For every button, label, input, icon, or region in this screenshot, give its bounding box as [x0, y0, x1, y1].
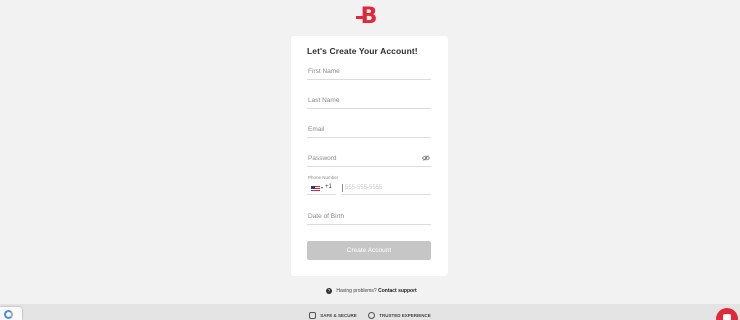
email-field[interactable]: Email [307, 124, 431, 138]
last-name-placeholder: Last Name [308, 97, 340, 104]
safe-secure-badge: SAFE & SECURE [309, 312, 357, 319]
phone-input[interactable]: 555-555-5555 [342, 182, 431, 195]
brand-logo[interactable]: B [356, 5, 382, 29]
password-placeholder: Password [308, 155, 337, 162]
first-name-field[interactable]: First Name [307, 66, 431, 80]
date-of-birth-placeholder: Date of Birth [308, 213, 345, 220]
shield-check-icon [368, 312, 375, 319]
contact-support-link[interactable]: Contact support [378, 288, 417, 294]
first-name-placeholder: First Name [308, 68, 340, 75]
signup-card: Let's Create Your Account! First Name La… [291, 36, 448, 276]
chat-icon [723, 314, 731, 320]
chevron-down-icon: ▾ [321, 185, 324, 190]
form-title: Let's Create Your Account! [307, 46, 418, 56]
safe-secure-label: SAFE & SECURE [320, 313, 357, 318]
date-of-birth-field[interactable]: Date of Birth [307, 211, 431, 225]
password-field[interactable]: Password [307, 153, 431, 167]
help-line: ? Having problems? Contact support [326, 288, 417, 296]
phone-label: Phone Number [308, 175, 339, 180]
lock-icon [309, 312, 316, 319]
help-text: Having problems? [336, 288, 377, 294]
create-account-button[interactable]: Create Account [307, 241, 431, 260]
recaptcha-icon [4, 310, 13, 319]
phone-placeholder: 555-555-5555 [345, 185, 383, 191]
trusted-experience-badge: TRUSTED EXPERIENCE [368, 312, 431, 319]
recaptcha-badge[interactable] [0, 307, 22, 320]
trusted-experience-label: TRUSTED EXPERIENCE [379, 313, 431, 318]
email-placeholder: Email [308, 126, 325, 133]
phone-row: ▾ +1 555-555-5555 [307, 182, 431, 196]
last-name-field[interactable]: Last Name [307, 95, 431, 109]
logo-strike [356, 16, 364, 19]
dial-code: +1 [325, 184, 332, 190]
question-icon: ? [326, 288, 332, 294]
eye-icon[interactable] [422, 155, 430, 161]
us-flag-icon [311, 186, 320, 191]
footer-bar: SAFE & SECURE TRUSTED EXPERIENCE [0, 304, 740, 320]
text-cursor [342, 184, 343, 192]
country-code-select[interactable]: ▾ +1 [307, 182, 336, 195]
signup-page: B Let's Create Your Account! First Name … [0, 0, 740, 320]
